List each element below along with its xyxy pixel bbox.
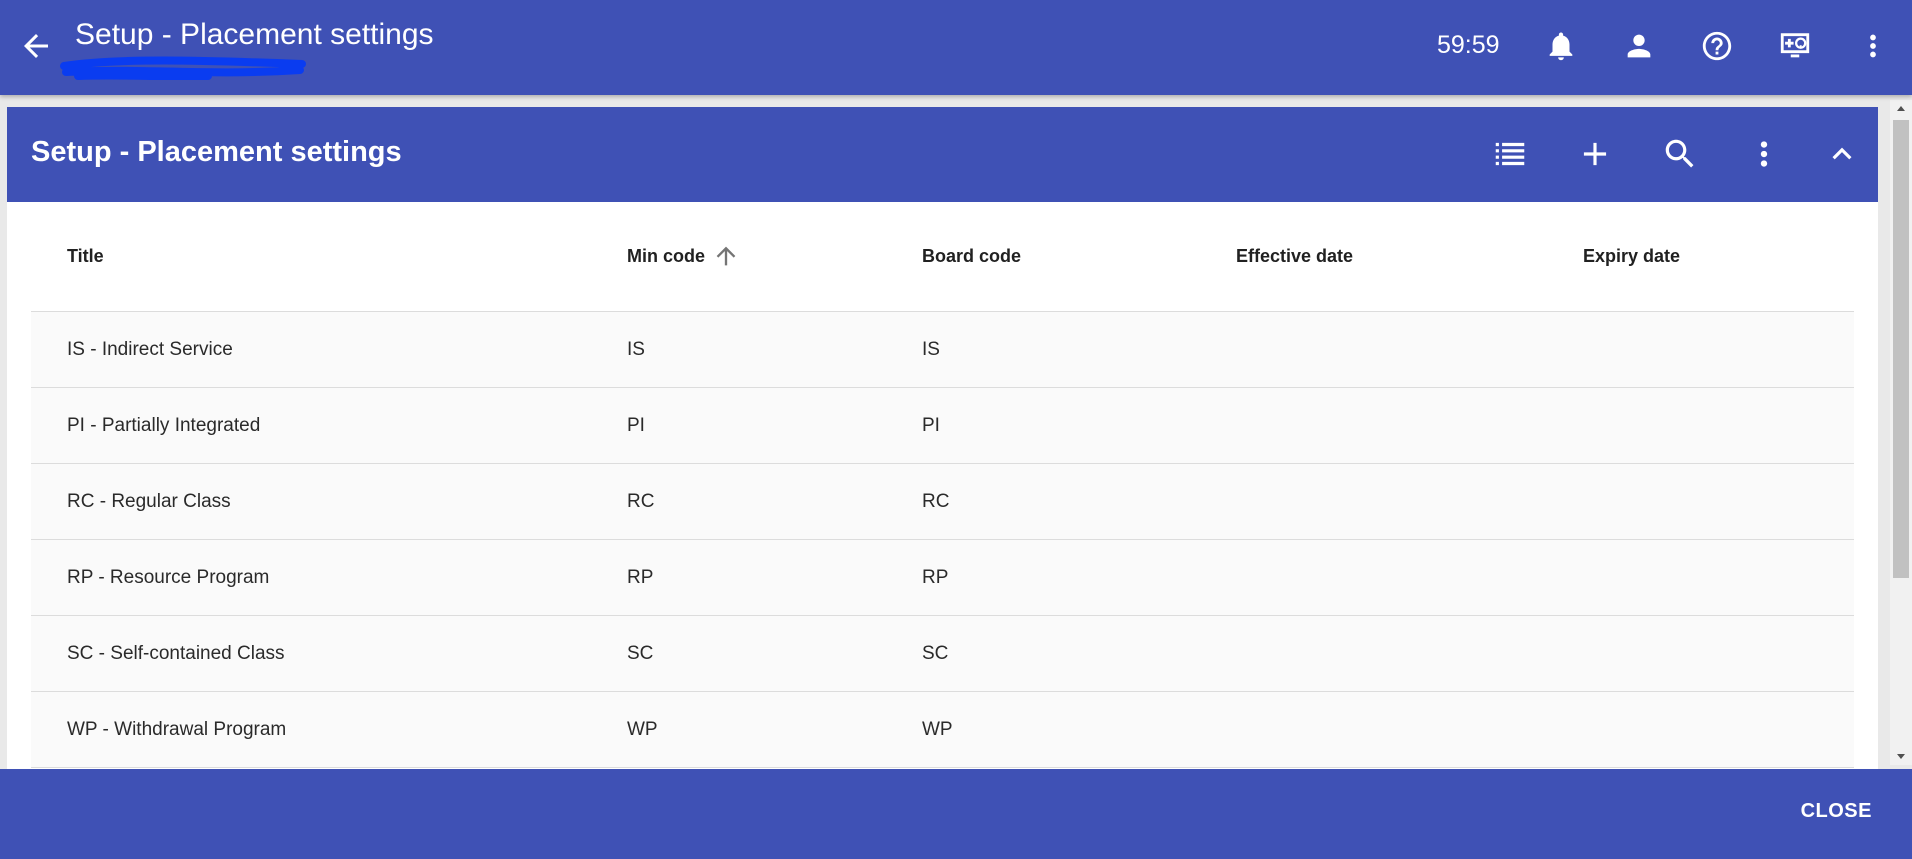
table-row[interactable]: RP - Resource Program RP RP bbox=[31, 540, 1854, 616]
cell-title: WP - Withdrawal Program bbox=[67, 719, 287, 740]
dialog-footer: CLOSE bbox=[0, 769, 1912, 859]
cell-title: RC - Regular Class bbox=[67, 491, 231, 512]
back-arrow-icon[interactable] bbox=[18, 28, 54, 64]
table-row[interactable]: PI - Partially Integrated PI PI bbox=[31, 388, 1854, 464]
cell-board-code: RC bbox=[922, 491, 950, 512]
cell-board-code: WP bbox=[922, 719, 953, 740]
column-header-expiry-date[interactable]: Expiry date bbox=[1583, 202, 1680, 311]
scroll-up-arrow-icon[interactable] bbox=[1890, 100, 1912, 118]
table-header-row: Title Min code Board code Effective date… bbox=[31, 202, 1854, 312]
list-view-icon[interactable] bbox=[1491, 135, 1529, 173]
cell-min-code: PI bbox=[627, 415, 645, 436]
scrollbar-thumb[interactable] bbox=[1893, 120, 1909, 578]
table-row[interactable]: RC - Regular Class RC RC bbox=[31, 464, 1854, 540]
table-row[interactable]: WP - Withdrawal Program WP WP bbox=[31, 692, 1854, 768]
add-icon[interactable] bbox=[1576, 135, 1614, 173]
cell-min-code: SC bbox=[627, 643, 654, 664]
search-icon[interactable] bbox=[1661, 135, 1699, 173]
app-bar: Setup - Placement settings 59:59 bbox=[0, 0, 1912, 95]
chevron-up-icon[interactable] bbox=[1823, 135, 1861, 173]
cell-board-code: IS bbox=[922, 339, 940, 360]
table-row[interactable]: SC - Self-contained Class SC SC bbox=[31, 616, 1854, 692]
redaction-scribble bbox=[60, 56, 306, 80]
cell-title: PI - Partially Integrated bbox=[67, 415, 261, 436]
session-timer: 59:59 bbox=[1437, 31, 1500, 59]
panel-header: Setup - Placement settings bbox=[7, 107, 1878, 202]
column-header-min-code[interactable]: Min code bbox=[627, 202, 705, 311]
cell-board-code: PI bbox=[922, 415, 940, 436]
app-title: Setup - Placement settings bbox=[75, 18, 434, 51]
cell-title: IS - Indirect Service bbox=[67, 339, 233, 360]
more-vertical-icon[interactable] bbox=[1745, 135, 1783, 173]
cell-min-code: IS bbox=[627, 339, 645, 360]
vertical-scrollbar[interactable] bbox=[1890, 100, 1912, 765]
cell-min-code: RC bbox=[627, 491, 655, 512]
sort-ascending-arrow-icon[interactable] bbox=[712, 242, 740, 270]
table-row[interactable]: IS - Indirect Service IS IS bbox=[31, 312, 1854, 388]
cell-min-code: RP bbox=[627, 567, 654, 588]
cell-min-code: WP bbox=[627, 719, 658, 740]
cell-board-code: RP bbox=[922, 567, 949, 588]
help-circle-icon[interactable] bbox=[1700, 29, 1734, 63]
person-icon[interactable] bbox=[1622, 29, 1656, 63]
cell-board-code: SC bbox=[922, 643, 949, 664]
more-vertical-icon[interactable] bbox=[1856, 29, 1890, 63]
remote-help-icon[interactable] bbox=[1778, 29, 1812, 63]
placements-table: Title Min code Board code Effective date… bbox=[31, 202, 1854, 768]
column-header-title[interactable]: Title bbox=[67, 202, 104, 311]
column-header-board-code[interactable]: Board code bbox=[922, 202, 1021, 311]
bell-icon[interactable] bbox=[1544, 29, 1578, 63]
placement-settings-panel: Setup - Placement settings Title Min cod… bbox=[7, 107, 1878, 769]
cell-title: SC - Self-contained Class bbox=[67, 643, 285, 664]
column-header-effective-date[interactable]: Effective date bbox=[1236, 202, 1353, 311]
cell-title: RP - Resource Program bbox=[67, 567, 270, 588]
scroll-down-arrow-icon[interactable] bbox=[1890, 747, 1912, 765]
close-button[interactable]: CLOSE bbox=[1801, 800, 1872, 823]
panel-title: Setup - Placement settings bbox=[31, 136, 402, 168]
